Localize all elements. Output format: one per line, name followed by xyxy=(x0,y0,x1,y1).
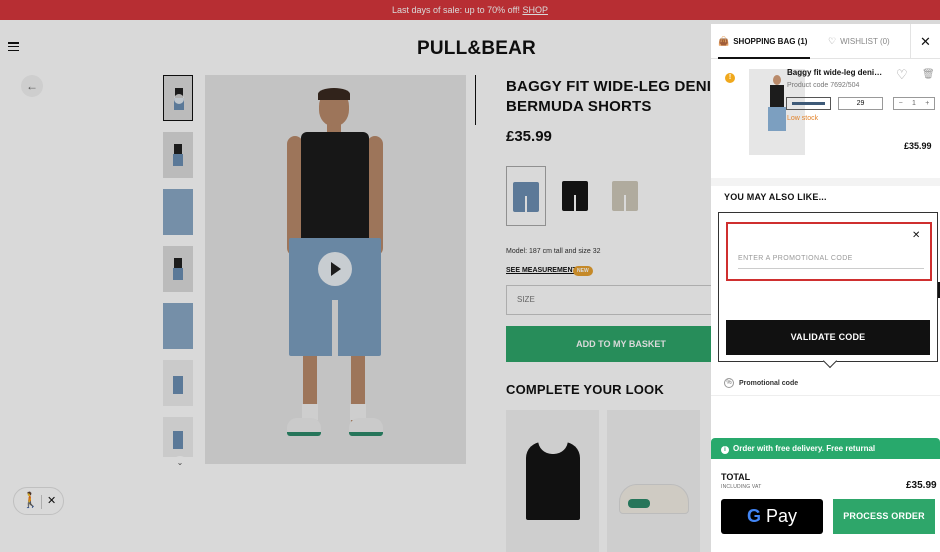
color-swatch-beige[interactable] xyxy=(606,166,646,226)
promo-code-link-label: Promotional code xyxy=(739,379,799,387)
promo-close-icon[interactable]: ✕ xyxy=(912,230,920,241)
play-icon xyxy=(174,94,184,104)
trash-icon[interactable]: 🗑 xyxy=(922,68,935,81)
quantity-stepper[interactable]: − 1 + xyxy=(893,97,935,110)
tab-wishlist-label: WISHLIST (0) xyxy=(840,37,890,46)
cart-item-size[interactable]: 29 xyxy=(838,97,883,110)
tab-shopping-bag[interactable]: 👜 SHOPPING BAG (1) xyxy=(718,24,810,59)
video-play-button[interactable] xyxy=(318,252,352,286)
panel-tabs: 👜 SHOPPING BAG (1) ♡ WISHLIST (0) ✕ xyxy=(711,24,940,59)
cart-item-name[interactable]: Baggy fit wide-leg denim Bermuda shorts xyxy=(787,68,887,77)
bag-icon: 👜 xyxy=(718,36,730,46)
color-swatches xyxy=(506,166,646,226)
accessibility-icon[interactable]: 🚶 xyxy=(21,492,40,510)
panel-divider xyxy=(711,178,940,186)
promo-divider xyxy=(711,395,940,396)
promo-code-input[interactable] xyxy=(738,249,924,269)
thumbnail-6[interactable] xyxy=(163,360,193,406)
see-measurements-link[interactable]: SEE MEASUREMENTS xyxy=(506,267,581,274)
thumbnail-7[interactable] xyxy=(163,417,193,457)
google-g-icon: G xyxy=(746,506,761,526)
promo-code-link[interactable]: % Promotional code xyxy=(724,378,798,388)
back-arrow-icon[interactable]: ← xyxy=(21,75,43,97)
chevron-down-icon[interactable]: ⌄ xyxy=(173,456,187,470)
thumbnail-4[interactable] xyxy=(163,246,193,292)
color-swatch-blue[interactable] xyxy=(506,166,546,226)
complete-look-title: COMPLETE YOUR LOOK xyxy=(506,382,664,397)
wishlist-heart-icon[interactable]: ♡ xyxy=(896,68,908,81)
accessibility-close-icon[interactable]: ✕ xyxy=(47,494,56,508)
new-badge: NEW xyxy=(573,266,593,276)
color-swatch-black[interactable] xyxy=(556,166,596,226)
promo-shop-link[interactable]: SHOP xyxy=(522,5,548,15)
promo-bar-text: Last days of sale: up to 70% off! xyxy=(392,5,523,15)
thumbnail-1[interactable] xyxy=(163,75,193,121)
thumbnail-3[interactable] xyxy=(163,189,193,235)
promo-bar: Last days of sale: up to 70% off! SHOP xyxy=(0,0,940,20)
look-item-sneaker[interactable] xyxy=(607,410,700,552)
validate-code-button[interactable]: VALIDATE CODE xyxy=(726,320,930,355)
tab-shopping-bag-label: SHOPPING BAG (1) xyxy=(733,37,808,46)
cart-item-code: Product code 7692/504 xyxy=(787,82,860,89)
qty-plus-button[interactable]: + xyxy=(925,98,929,109)
total-price: £35.99 xyxy=(906,480,937,491)
accessibility-widget: 🚶 ✕ xyxy=(13,487,64,515)
thumbnail-2[interactable] xyxy=(163,132,193,178)
thumbnail-5[interactable] xyxy=(163,303,193,349)
promo-input-box: ✕ xyxy=(726,222,932,281)
tab-wishlist[interactable]: ♡ WISHLIST (0) xyxy=(828,24,910,59)
info-icon: i xyxy=(721,446,729,454)
qty-value: 1 xyxy=(912,100,916,107)
menu-icon[interactable] xyxy=(8,42,19,51)
heart-icon: ♡ xyxy=(828,36,837,46)
size-select[interactable]: SIZE xyxy=(506,285,736,315)
delivery-banner: i Order with free delivery. Free returnal xyxy=(711,438,940,459)
thumbnail-list xyxy=(163,75,195,468)
warning-icon: ! xyxy=(725,73,735,83)
model-info: Model: 187 cm tall and size 32 xyxy=(506,248,601,255)
add-to-basket-button[interactable]: ADD TO MY BASKET xyxy=(506,326,736,362)
total-label: TOTAL xyxy=(721,472,751,482)
google-pay-label: Pay xyxy=(760,506,798,526)
google-pay-button[interactable]: G Pay xyxy=(721,499,823,534)
cart-item-price: £35.99 xyxy=(904,141,932,151)
low-stock-label: Low stock xyxy=(787,115,819,122)
delivery-banner-text: Order with free delivery. Free returnal xyxy=(733,444,876,453)
look-item-tank-top[interactable] xyxy=(506,410,599,552)
product-price: £35.99 xyxy=(506,128,552,145)
cart-item-color[interactable] xyxy=(786,97,831,110)
brand-logo[interactable]: PULL&BEAR xyxy=(417,38,536,60)
image-divider xyxy=(475,75,476,125)
qty-minus-button[interactable]: − xyxy=(899,98,903,109)
tag-icon: % xyxy=(724,378,734,388)
product-title: BAGGY FIT WIDE-LEG DENIM BERMUDA SHORTS xyxy=(506,78,724,115)
also-like-title: YOU MAY ALSO LIKE... xyxy=(724,192,827,202)
vat-label: INCLUDING VAT xyxy=(721,484,762,490)
process-order-button[interactable]: PROCESS ORDER xyxy=(833,499,935,534)
close-icon[interactable]: ✕ xyxy=(910,24,940,59)
